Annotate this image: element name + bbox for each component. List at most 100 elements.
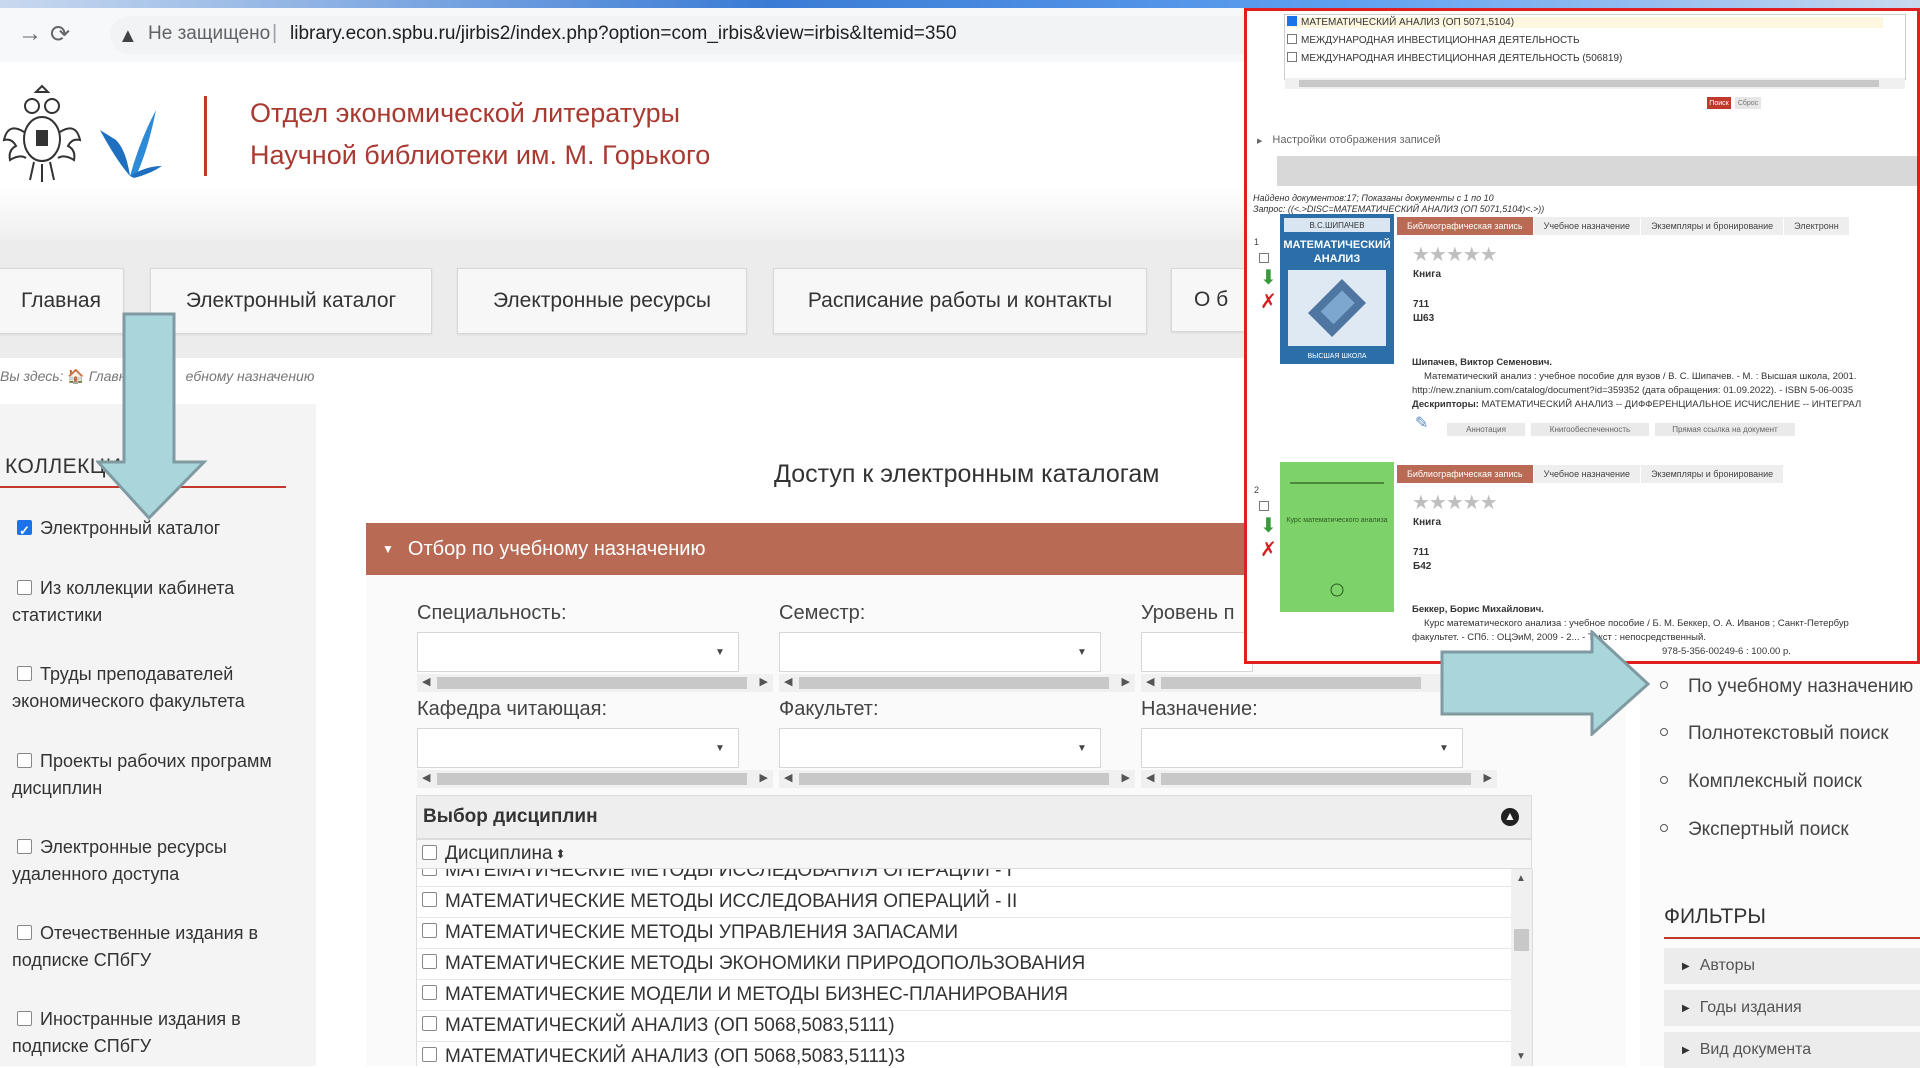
row-checkbox[interactable] <box>422 923 437 938</box>
edit-icon[interactable]: ✎ <box>1415 413 1428 433</box>
scroll-thumb[interactable] <box>799 773 1109 785</box>
collection-item[interactable]: Электронные ресурсы удаленного доступа <box>12 834 282 888</box>
collection-item[interactable]: Иностранные издания в подписке СПбГУ <box>12 1006 282 1060</box>
purpose-select[interactable]: ▼ <box>1141 728 1463 768</box>
row-checkbox[interactable] <box>422 1016 437 1031</box>
inset-checkbox[interactable] <box>1287 34 1297 45</box>
row-checkbox[interactable] <box>422 1047 437 1062</box>
caret-down-icon[interactable]: ▼ <box>702 633 738 671</box>
sort-icon[interactable]: ⬍ <box>556 847 566 861</box>
search-link-expert[interactable]: Экспертный поиск <box>1660 819 1849 841</box>
scroll-up-icon[interactable]: ▲ <box>1516 873 1526 884</box>
purpose-scrollbar[interactable]: ◀ ▶ <box>1141 770 1497 788</box>
scroll-left-icon[interactable]: ◀ <box>422 771 430 784</box>
record-url[interactable]: http://new.znanium.com/catalog/document?… <box>1412 384 1853 398</box>
insecure-label[interactable]: Не защищено <box>148 23 270 45</box>
scroll-left-icon[interactable]: ◀ <box>1146 771 1154 784</box>
search-link-purpose[interactable]: По учебному назначению <box>1660 676 1913 698</box>
collection-checkbox[interactable] <box>17 665 32 681</box>
specialty-select[interactable]: ▼ <box>417 632 739 672</box>
department-scrollbar[interactable]: ◀ ▶ <box>417 770 773 788</box>
scroll-thumb[interactable] <box>1514 929 1529 951</box>
scroll-right-icon[interactable]: ▶ <box>1122 675 1130 688</box>
collection-item[interactable]: Проекты рабочих программ дисциплин <box>12 748 282 802</box>
scroll-right-icon[interactable]: ▶ <box>760 675 768 688</box>
book-cover-image[interactable]: В.С.ШИПАЧЕВ МАТЕМАТИЧЕСКИЙ АНАЛИЗ ВЫСШАЯ… <box>1280 214 1394 364</box>
search-link-fulltext[interactable]: Полнотекстовый поиск <box>1660 723 1889 745</box>
inset-checkbox[interactable] <box>1287 16 1297 27</box>
table-row[interactable]: МАТЕМАТИЧЕСКИЕ МЕТОДЫ УПРАВЛЕНИЯ ЗАПАСАМ… <box>417 917 1512 949</box>
tab-bibliographic[interactable]: Библиографическая запись <box>1397 465 1534 483</box>
tab-purpose[interactable]: Учебное назначение <box>1533 217 1642 235</box>
record-checkbox[interactable] <box>1259 253 1269 263</box>
close-icon[interactable]: ✗ <box>1260 289 1277 314</box>
scroll-right-icon[interactable]: ▶ <box>1484 771 1492 784</box>
inset-list-row[interactable]: МЕЖДУНАРОДНАЯ ИНВЕСТИЦИОННАЯ ДЕЯТЕЛЬНОСТ… <box>1287 52 1622 64</box>
filter-years[interactable]: ▶ Годы издания <box>1664 990 1920 1026</box>
direct-link-button[interactable]: Прямая ссылка на документ <box>1655 423 1795 436</box>
inset-scrollbar[interactable] <box>1285 78 1905 89</box>
collapse-icon[interactable]: ▲ <box>1501 808 1519 826</box>
inset-reset-button[interactable]: Сброс <box>1735 97 1761 109</box>
menu-item-resources[interactable]: Электронные ресурсы <box>457 268 747 334</box>
table-row[interactable]: МАТЕМАТИЧЕСКИЙ АНАЛИЗ (ОП 5068,5083,5111… <box>417 1010 1512 1042</box>
scroll-left-icon[interactable]: ◀ <box>1146 675 1154 688</box>
search-link-label[interactable]: Полнотекстовый поиск <box>1688 723 1889 744</box>
scroll-down-icon[interactable]: ▼ <box>1516 1051 1526 1062</box>
caret-down-icon[interactable]: ▼ <box>1064 729 1100 767</box>
reload-icon[interactable]: ⟳ <box>50 20 70 49</box>
collection-checkbox[interactable] <box>17 752 32 768</box>
inset-search-button[interactable]: Поиск <box>1707 97 1731 109</box>
faculty-scrollbar[interactable]: ◀ ▶ <box>779 770 1135 788</box>
table-row[interactable]: МАТЕМАТИЧЕСКИЕ МОДЕЛИ И МЕТОДЫ БИЗНЕС-ПЛ… <box>417 979 1512 1011</box>
collection-item[interactable]: Труды преподавателей экономического факу… <box>12 661 282 715</box>
home-icon[interactable]: 🏠 <box>67 368 84 384</box>
scroll-right-icon[interactable]: ▶ <box>1122 771 1130 784</box>
faculty-select[interactable]: ▼ <box>779 728 1101 768</box>
scroll-thumb[interactable] <box>1161 677 1421 689</box>
collection-checkbox[interactable] <box>17 838 32 854</box>
tab-copies[interactable]: Экземпляры и бронирование <box>1641 217 1785 235</box>
scroll-left-icon[interactable]: ◀ <box>784 675 792 688</box>
collection-checkbox[interactable] <box>17 579 32 595</box>
download-icon[interactable]: ⬇ <box>1260 265 1277 290</box>
tab-copies[interactable]: Экземпляры и бронирование <box>1641 465 1785 483</box>
row-checkbox[interactable] <box>422 892 437 907</box>
inset-list-row[interactable]: МЕЖДУНАРОДНАЯ ИНВЕСТИЦИОННАЯ ДЕЯТЕЛЬНОСТ… <box>1287 34 1580 46</box>
availability-button[interactable]: Книгообеспеченность <box>1531 423 1649 436</box>
search-link-label[interactable]: Комплексный поиск <box>1688 771 1862 792</box>
tab-purpose[interactable]: Учебное назначение <box>1533 465 1642 483</box>
table-row[interactable]: МАТЕМАТИЧЕСКИЕ МЕТОДЫ ИССЛЕДОВАНИЯ ОПЕРА… <box>417 886 1512 918</box>
scroll-left-icon[interactable]: ◀ <box>422 675 430 688</box>
caret-down-icon[interactable]: ▼ <box>1064 633 1100 671</box>
table-row[interactable]: МАТЕМАТИЧЕСКИЕ МЕТОДЫ ЭКОНОМИКИ ПРИРОДОП… <box>417 948 1512 980</box>
inset-list-row[interactable]: МАТЕМАТИЧЕСКИЙ АНАЛИЗ (ОП 5071,5104) <box>1287 16 1883 28</box>
close-icon[interactable]: ✗ <box>1260 537 1277 562</box>
select-all-checkbox[interactable] <box>422 844 437 860</box>
semester-select[interactable]: ▼ <box>779 632 1101 672</box>
scroll-right-icon[interactable]: ▶ <box>760 771 768 784</box>
collection-item[interactable]: Из коллекции кабинета статистики <box>12 575 282 629</box>
warning-icon[interactable]: ▲ <box>118 25 138 48</box>
scroll-thumb[interactable] <box>1299 80 1879 87</box>
search-link-label[interactable]: По учебному назначению <box>1688 676 1913 697</box>
disciplines-scrollbar[interactable]: ▲ ▼ <box>1511 869 1533 1066</box>
table-row[interactable]: МАТЕМАТИЧЕСКИЙ АНАЛИЗ (ОП 5068,5083,5111… <box>417 1041 1512 1066</box>
scroll-thumb[interactable] <box>799 677 1109 689</box>
collection-item[interactable]: Отечественные издания в подписке СПбГУ <box>12 920 282 974</box>
level-select[interactable] <box>1141 632 1253 672</box>
table-row[interactable]: МАТЕМАТИЧЕСКИЕ МЕТОДЫ ИССЛЕДОВАНИЯ ОПЕРА… <box>417 869 1512 887</box>
scroll-thumb[interactable] <box>1161 773 1471 785</box>
rating-stars-icon[interactable]: ★★★★★ <box>1412 490 1498 515</box>
scroll-left-icon[interactable]: ◀ <box>784 771 792 784</box>
search-link-complex[interactable]: Комплексный поиск <box>1660 771 1862 793</box>
filter-authors[interactable]: ▶ Авторы <box>1664 948 1920 984</box>
disciplines-column-header[interactable]: Дисциплина ⬍ <box>416 839 1532 869</box>
search-link-label[interactable]: Экспертный поиск <box>1688 819 1849 840</box>
caret-down-icon[interactable]: ▼ <box>702 729 738 767</box>
inset-checkbox[interactable] <box>1287 52 1297 63</box>
tab-electronic[interactable]: Электронн <box>1784 217 1850 235</box>
annotation-button[interactable]: Аннотация <box>1447 423 1525 436</box>
collection-checkbox[interactable] <box>17 1010 32 1026</box>
book-cover-image[interactable]: Курс математического анализа <box>1280 462 1394 612</box>
